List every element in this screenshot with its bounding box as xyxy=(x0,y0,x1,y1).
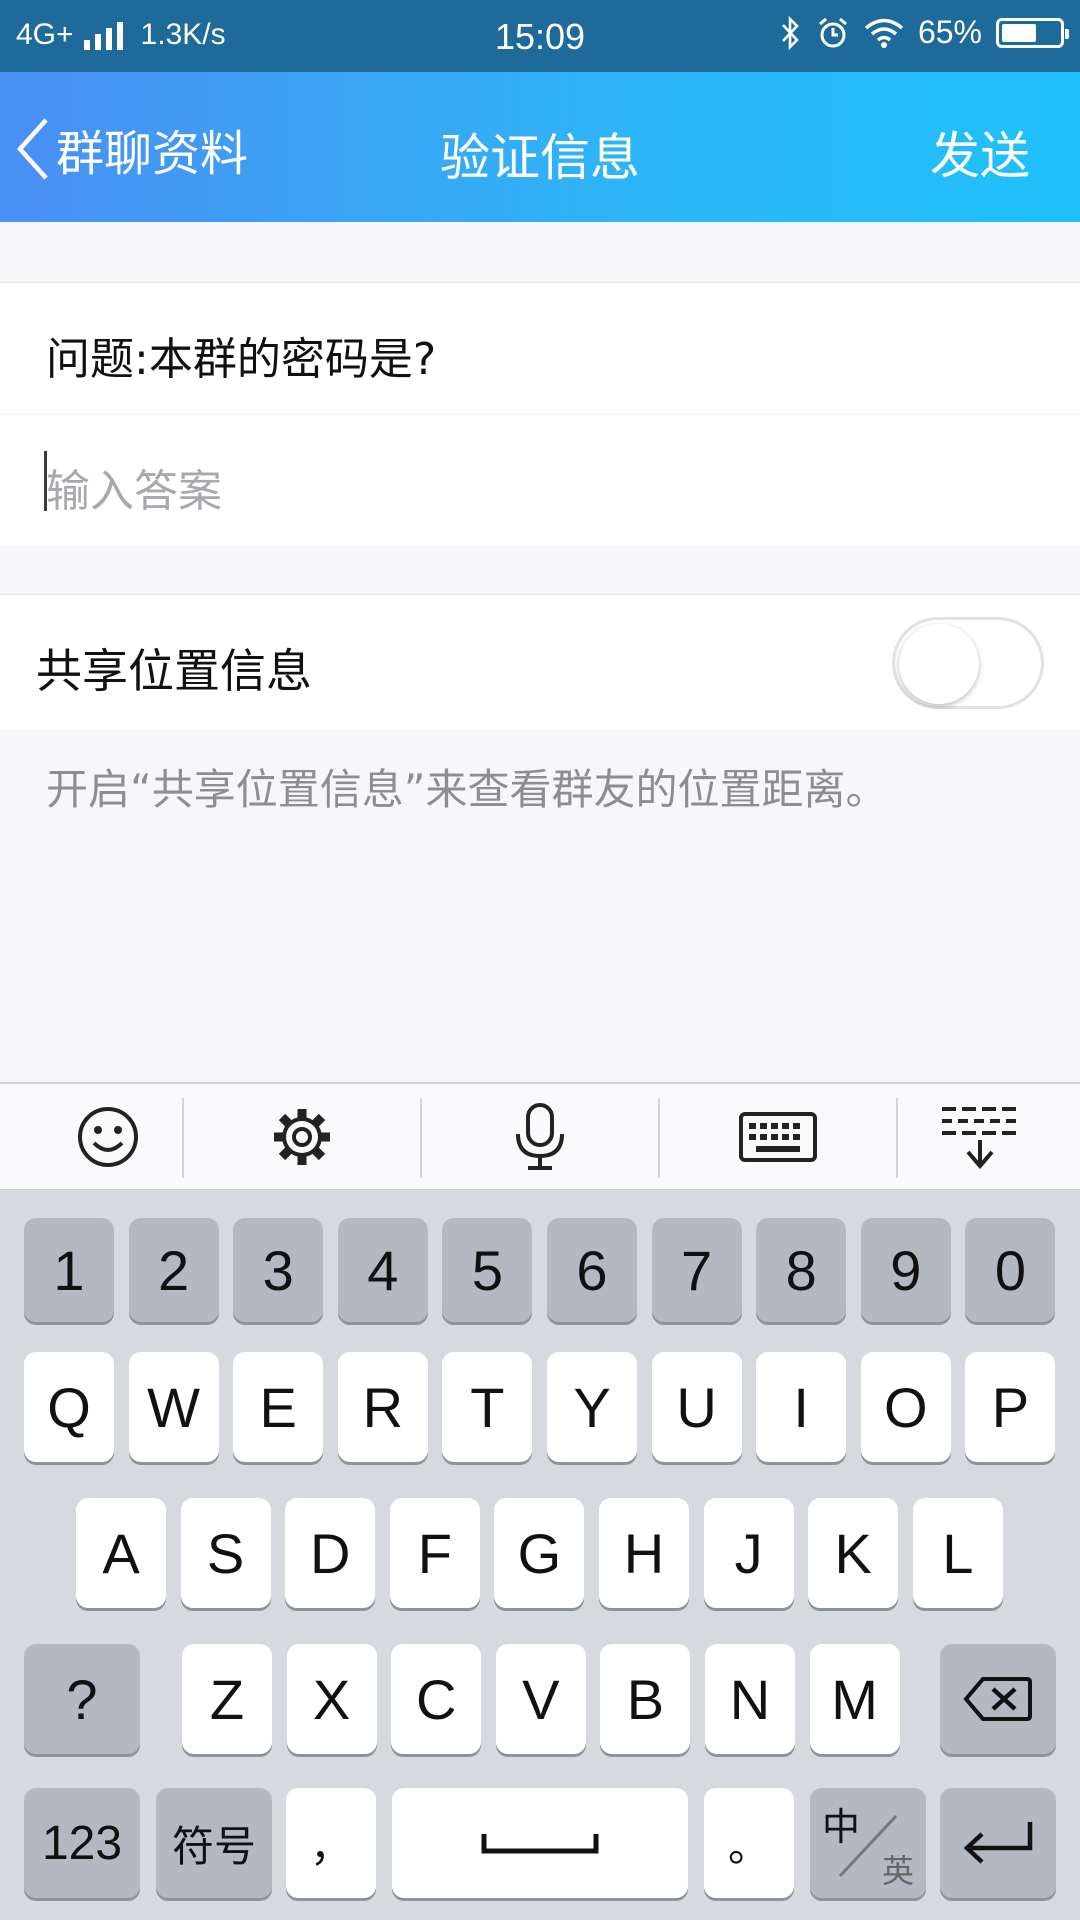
key-5[interactable]: 5 xyxy=(442,1218,533,1322)
key-y[interactable]: Y xyxy=(547,1352,637,1462)
gear-icon xyxy=(274,1109,330,1165)
symbols-key[interactable]: 符号 xyxy=(156,1788,272,1898)
key-z[interactable]: Z xyxy=(182,1644,272,1754)
period-key[interactable]: 。 xyxy=(704,1788,794,1898)
microphone-icon xyxy=(516,1103,564,1170)
keyboard-hide-icon xyxy=(942,1107,1018,1170)
answer-input[interactable]: 输入答案 xyxy=(0,414,1080,546)
key-v[interactable]: V xyxy=(495,1644,586,1754)
key-n[interactable]: N xyxy=(705,1644,795,1754)
comma-key[interactable]: ， xyxy=(286,1788,376,1898)
backspace-icon xyxy=(963,1677,1032,1721)
backspace-key[interactable] xyxy=(940,1644,1056,1754)
question-text: 问题:本群的密码是? xyxy=(46,334,437,385)
share-location-hint: 开启“共享位置信息”来查看群友的位置距离。 xyxy=(46,765,888,814)
key-s[interactable]: S xyxy=(180,1498,271,1608)
enter-key[interactable] xyxy=(940,1788,1056,1898)
key-t[interactable]: T xyxy=(442,1352,533,1462)
key-a[interactable]: A xyxy=(76,1498,166,1608)
toggle-knob xyxy=(899,624,979,704)
key-l[interactable]: L xyxy=(912,1498,1003,1608)
key-m[interactable]: M xyxy=(809,1644,900,1754)
lang-english-label: 英 xyxy=(881,1852,914,1890)
key-8[interactable]: 8 xyxy=(756,1218,847,1322)
share-location-row: 共享位置信息 xyxy=(0,594,1080,730)
battery-percent: 65% xyxy=(917,14,982,50)
key-f[interactable]: F xyxy=(389,1498,480,1608)
answer-placeholder: 输入答案 xyxy=(46,466,222,517)
space-key[interactable] xyxy=(392,1788,688,1898)
question-row: 问题:本群的密码是? xyxy=(0,282,1080,414)
language-switch-key[interactable]: 中 英 xyxy=(810,1788,926,1898)
key-9[interactable]: 9 xyxy=(860,1218,951,1322)
key-u[interactable]: U xyxy=(651,1352,742,1462)
key-d[interactable]: D xyxy=(285,1498,376,1608)
numbers-key[interactable]: 123 xyxy=(24,1788,140,1898)
key-e[interactable]: E xyxy=(233,1352,324,1462)
key-6[interactable]: 6 xyxy=(547,1218,637,1322)
share-location-toggle[interactable] xyxy=(892,617,1044,709)
key-7[interactable]: 7 xyxy=(651,1218,742,1322)
nav-bar: 群聊资料 验证信息 发送 xyxy=(0,72,1080,222)
space-icon xyxy=(481,1834,599,1854)
alarm-icon xyxy=(818,17,847,47)
key-4[interactable]: 4 xyxy=(337,1218,428,1322)
keyboard: 1234567890 QWERTYUIOP ASDFGHJKL ZXCVBNM … xyxy=(0,1190,1080,1920)
key-q[interactable]: Q xyxy=(24,1352,114,1462)
battery-icon xyxy=(996,17,1069,48)
status-bar: 4G+ 1.3K/s 15:09 65% xyxy=(0,0,1080,72)
key-r[interactable]: R xyxy=(337,1352,428,1462)
keyboard-toolbar xyxy=(0,1082,1080,1190)
key-0[interactable]: 0 xyxy=(965,1218,1056,1322)
header: 4G+ 1.3K/s 15:09 65% 群聊资料 验证信息 发送 xyxy=(0,0,1080,222)
key-3[interactable]: 3 xyxy=(233,1218,324,1322)
send-button[interactable]: 发送 xyxy=(930,116,1030,188)
key-g[interactable]: G xyxy=(494,1498,585,1608)
key-1[interactable]: 1 xyxy=(24,1218,114,1322)
share-location-label: 共享位置信息 xyxy=(36,644,312,698)
enter-icon xyxy=(963,1822,1033,1864)
key-h[interactable]: H xyxy=(599,1498,689,1608)
page-title: 验证信息 xyxy=(440,129,640,187)
key-b[interactable]: B xyxy=(600,1644,691,1754)
key-2[interactable]: 2 xyxy=(128,1218,219,1322)
key-p[interactable]: P xyxy=(965,1352,1056,1462)
keyboard-icon xyxy=(739,1112,817,1162)
key-x[interactable]: X xyxy=(286,1644,377,1754)
emoji-icon xyxy=(78,1107,138,1167)
key-c[interactable]: C xyxy=(391,1644,482,1754)
voice-button[interactable] xyxy=(432,1084,648,1190)
question-mark-key[interactable]: ? xyxy=(24,1644,140,1754)
keyboard-switch-button[interactable] xyxy=(670,1084,886,1190)
key-k[interactable]: K xyxy=(808,1498,899,1608)
bluetooth-icon xyxy=(782,15,799,50)
key-w[interactable]: W xyxy=(128,1352,219,1462)
key-j[interactable]: J xyxy=(703,1498,794,1608)
key-o[interactable]: O xyxy=(860,1352,951,1462)
wifi-icon xyxy=(864,18,904,48)
key-i[interactable]: I xyxy=(756,1352,847,1462)
hide-keyboard-button[interactable] xyxy=(880,1084,1080,1190)
settings-button[interactable] xyxy=(194,1084,410,1190)
